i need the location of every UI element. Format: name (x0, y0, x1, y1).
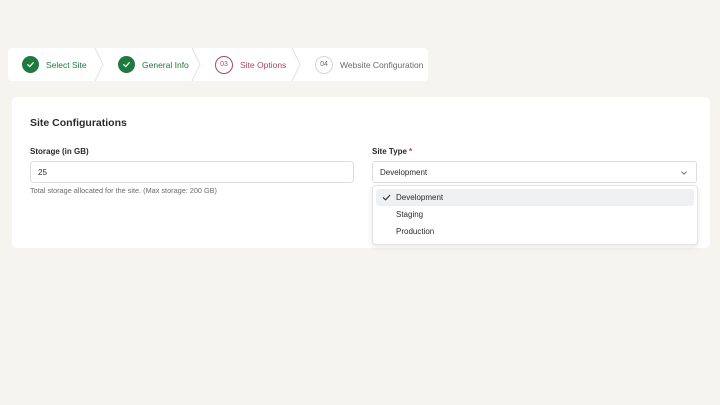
step-website-configuration[interactable]: 04 Website Configuration (301, 48, 428, 81)
site-type-label-text: Site Type (372, 147, 407, 156)
storage-value: 25 (38, 167, 47, 177)
check-icon (382, 194, 391, 201)
option-label: Production (396, 227, 435, 236)
step-site-options[interactable]: 03 Site Options (201, 48, 301, 81)
step-label: Website Configuration (340, 59, 424, 70)
site-type-value: Development (380, 167, 428, 177)
step-number-badge: 04 (315, 55, 333, 74)
site-type-label: Site Type * (372, 147, 412, 156)
storage-help-text: Total storage allocated for the site. (M… (30, 186, 217, 195)
option-production[interactable]: Production (376, 223, 694, 240)
chevron-down-icon (681, 171, 687, 175)
step-label: Select Site (46, 59, 87, 70)
option-development[interactable]: Development (376, 189, 694, 206)
storage-label: Storage (in GB) (30, 147, 89, 156)
option-label: Staging (396, 210, 424, 219)
storage-input[interactable]: 25 (30, 161, 354, 183)
step-number-badge: 03 (215, 55, 233, 74)
chevron-right-icon (94, 48, 104, 81)
step-select-site[interactable]: Select Site (8, 48, 104, 81)
required-mark: * (408, 147, 413, 156)
option-staging[interactable]: Staging (376, 206, 694, 223)
check-icon (118, 56, 135, 73)
site-type-select[interactable]: Development (372, 161, 697, 183)
step-label: General Info (142, 59, 189, 70)
step-label: Site Options (240, 59, 287, 70)
chevron-right-icon (291, 48, 301, 81)
check-icon (22, 56, 39, 73)
option-label: Development (396, 193, 444, 202)
progress-stepper: Select Site General Info 03 Site Options… (8, 48, 428, 81)
step-general-info[interactable]: General Info (104, 48, 201, 81)
chevron-right-icon (191, 48, 201, 81)
site-type-dropdown-menu: Development Staging Production (372, 185, 698, 245)
card-title: Site Configurations (30, 117, 127, 129)
